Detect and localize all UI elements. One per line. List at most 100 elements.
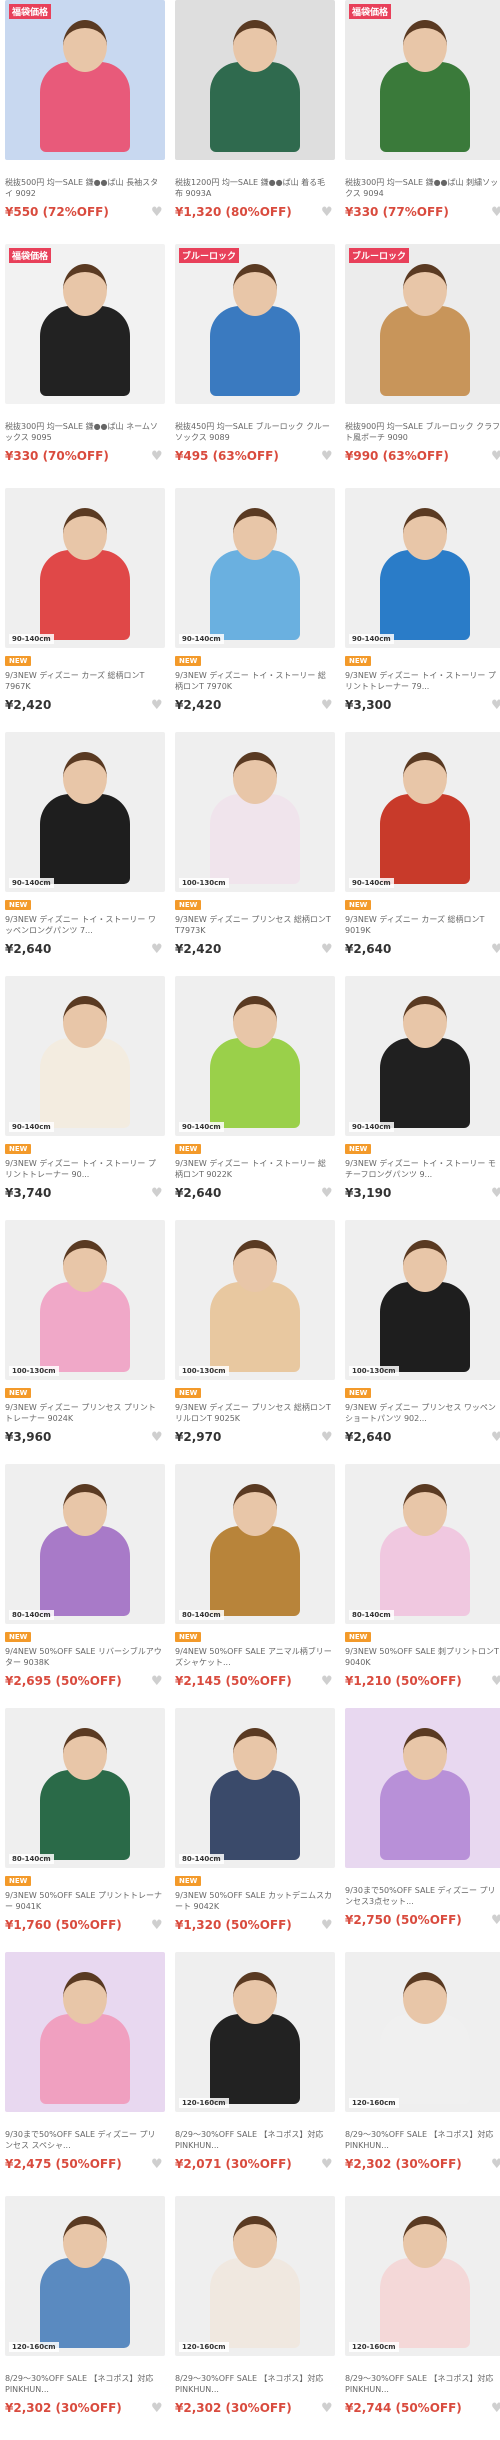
favorite-heart-icon[interactable]: ♥ bbox=[151, 943, 165, 956]
product-card[interactable]: 100-130cm NEW 9/3NEW ディズニー プリンセス ワッペンショートパ… bbox=[345, 1220, 500, 1464]
product-card[interactable]: 90-140cm NEW 9/3NEW ディズニー トイ・ストーリー プリントトレー… bbox=[345, 488, 500, 732]
product-image[interactable]: 90-140cm bbox=[175, 976, 335, 1136]
product-image[interactable]: 80-140cm bbox=[175, 1708, 335, 1868]
favorite-heart-icon[interactable]: ♥ bbox=[151, 1675, 165, 1688]
product-image[interactable]: 90-140cm bbox=[345, 976, 500, 1136]
product-card[interactable]: 120-160cm 8/29〜30%OFF SALE 【ネコポス】対応 PINKH… bbox=[345, 1952, 500, 2196]
product-title[interactable]: 9/3NEW ディズニー トイ・ストーリー 総柄ロンT 9022K bbox=[175, 1158, 335, 1180]
product-image[interactable]: 90-140cm bbox=[5, 976, 165, 1136]
product-card[interactable]: 90-140cm NEW 9/3NEW ディズニー トイ・ストーリー ワッペンロング… bbox=[5, 732, 165, 976]
product-image[interactable]: 120-160cm bbox=[345, 2196, 500, 2356]
favorite-heart-icon[interactable]: ♥ bbox=[151, 1187, 165, 1200]
product-card[interactable]: 80-140cm NEW 9/4NEW 50%OFF SALE リバーシブルアウター… bbox=[5, 1464, 165, 1708]
product-image[interactable]: 90-140cm bbox=[345, 488, 500, 648]
product-card[interactable]: 80-140cm NEW 9/3NEW 50%OFF SALE カットデニムスカート… bbox=[175, 1708, 335, 1952]
favorite-heart-icon[interactable]: ♥ bbox=[151, 206, 165, 219]
product-card[interactable]: 税抜1200円 均一SALE 鎌●●ぱ山 着る毛布 9093A ¥1,320 (8… bbox=[175, 0, 335, 244]
product-title[interactable]: 税抜1200円 均一SALE 鎌●●ぱ山 着る毛布 9093A bbox=[175, 177, 335, 199]
product-title[interactable]: 税抜300円 均一SALE 鎌●●ぱ山 ネームソックス 9095 bbox=[5, 421, 165, 443]
product-image[interactable]: 100-130cm bbox=[175, 732, 335, 892]
favorite-heart-icon[interactable]: ♥ bbox=[151, 450, 165, 463]
product-title[interactable]: 8/29〜30%OFF SALE 【ネコポス】対応 PINKHUN... bbox=[5, 2373, 165, 2395]
product-image[interactable]: 80-140cm bbox=[5, 1708, 165, 1868]
product-card[interactable]: 120-160cm 8/29〜30%OFF SALE 【ネコポス】対応 PINKH… bbox=[175, 1952, 335, 2196]
product-title[interactable]: 税抜900円 均一SALE ブルーロック クラフト風ポーチ 9090 bbox=[345, 421, 500, 443]
favorite-heart-icon[interactable]: ♥ bbox=[321, 699, 335, 712]
product-card[interactable]: 90-140cm NEW 9/3NEW ディズニー トイ・ストーリー モチーフロング… bbox=[345, 976, 500, 1220]
favorite-heart-icon[interactable]: ♥ bbox=[321, 450, 335, 463]
product-card[interactable]: 90-140cm NEW 9/3NEW ディズニー カーズ 総柄ロンT 9019K ¥… bbox=[345, 732, 500, 976]
product-card[interactable]: 100-130cm NEW 9/3NEW ディズニー プリンセス プリントトレーナー… bbox=[5, 1220, 165, 1464]
product-image[interactable]: 80-140cm bbox=[175, 1464, 335, 1624]
product-title[interactable]: 8/29〜30%OFF SALE 【ネコポス】対応 PINKHUN... bbox=[175, 2129, 335, 2151]
product-title[interactable]: 9/3NEW ディズニー プリンセス 総柄ロンT リルロンT 9025K bbox=[175, 1402, 335, 1424]
favorite-heart-icon[interactable]: ♥ bbox=[491, 2158, 500, 2171]
favorite-heart-icon[interactable]: ♥ bbox=[491, 1675, 500, 1688]
favorite-heart-icon[interactable]: ♥ bbox=[151, 1431, 165, 1444]
product-title[interactable]: 9/3NEW ディズニー トイ・ストーリー プリントトレーナー 90... bbox=[5, 1158, 165, 1180]
product-card[interactable]: 120-160cm 8/29〜30%OFF SALE 【ネコポス】対応 PINKH… bbox=[345, 2196, 500, 2440]
product-image[interactable]: ブルーロック bbox=[345, 244, 500, 404]
product-title[interactable]: 税抜300円 均一SALE 鎌●●ぱ山 刺繍ソックス 9094 bbox=[345, 177, 500, 199]
product-card[interactable]: 90-140cm NEW 9/3NEW ディズニー トイ・ストーリー 総柄ロンT 7… bbox=[175, 488, 335, 732]
product-title[interactable]: 税抜500円 均一SALE 鎌●●ぱ山 長袖スタイ 9092 bbox=[5, 177, 165, 199]
favorite-heart-icon[interactable]: ♥ bbox=[491, 1431, 500, 1444]
product-image[interactable]: 90-140cm bbox=[175, 488, 335, 648]
product-image[interactable]: 90-140cm bbox=[5, 732, 165, 892]
product-card[interactable]: 福袋価格 税抜300円 均一SALE 鎌●●ぱ山 刺繍ソックス 9094 ¥330 … bbox=[345, 0, 500, 244]
favorite-heart-icon[interactable]: ♥ bbox=[321, 2158, 335, 2171]
product-card[interactable]: 90-140cm NEW 9/3NEW ディズニー カーズ 総柄ロンT 7967K ¥… bbox=[5, 488, 165, 732]
product-card[interactable]: 120-160cm 8/29〜30%OFF SALE 【ネコポス】対応 PINKH… bbox=[5, 2196, 165, 2440]
product-title[interactable]: 9/3NEW ディズニー カーズ 総柄ロンT 9019K bbox=[345, 914, 500, 936]
product-title[interactable]: 9/4NEW 50%OFF SALE アニマル柄ブリーズシャケット... bbox=[175, 1646, 335, 1668]
product-card[interactable]: 9/30まで50%OFF SALE ディズニー プリンセス3点セット... ¥2,… bbox=[345, 1708, 500, 1952]
product-card[interactable]: ブルーロック税抜900円 均一SALE ブルーロック クラフト風ポーチ 9090… bbox=[345, 244, 500, 488]
favorite-heart-icon[interactable]: ♥ bbox=[491, 206, 500, 219]
favorite-heart-icon[interactable]: ♥ bbox=[491, 1187, 500, 1200]
favorite-heart-icon[interactable]: ♥ bbox=[151, 699, 165, 712]
product-image[interactable]: 福袋価格 bbox=[5, 244, 165, 404]
product-image[interactable]: 90-140cm bbox=[5, 488, 165, 648]
favorite-heart-icon[interactable]: ♥ bbox=[321, 206, 335, 219]
favorite-heart-icon[interactable]: ♥ bbox=[321, 2402, 335, 2415]
product-card[interactable]: 90-140cm NEW 9/3NEW ディズニー トイ・ストーリー プリントトレー… bbox=[5, 976, 165, 1220]
product-card[interactable]: 90-140cm NEW 9/3NEW ディズニー トイ・ストーリー 総柄ロンT 9… bbox=[175, 976, 335, 1220]
product-card[interactable]: 福袋価格 税抜500円 均一SALE 鎌●●ぱ山 長袖スタイ 9092 ¥550 (… bbox=[5, 0, 165, 244]
product-title[interactable]: 9/3NEW ディズニー トイ・ストーリー ワッペンロングパンツ 7... bbox=[5, 914, 165, 936]
product-card[interactable]: 80-140cm NEW 9/3NEW 50%OFF SALE プリントトレーナー … bbox=[5, 1708, 165, 1952]
favorite-heart-icon[interactable]: ♥ bbox=[321, 1919, 335, 1932]
product-card[interactable]: ブルーロック 税抜450円 均一SALE ブルーロック クルーソックス 9089 ¥… bbox=[175, 244, 335, 488]
product-title[interactable]: 9/30まで50%OFF SALE ディズニー プリンセス3点セット... bbox=[345, 1885, 500, 1907]
product-title[interactable]: 9/3NEW ディズニー プリンセス プリントトレーナー 9024K bbox=[5, 1402, 165, 1424]
product-title[interactable]: 税抜450円 均一SALE ブルーロック クルーソックス 9089 bbox=[175, 421, 335, 443]
product-card[interactable]: 80-140cm NEW 9/3NEW 50%OFF SALE 刺プリントロンT 9… bbox=[345, 1464, 500, 1708]
favorite-heart-icon[interactable]: ♥ bbox=[151, 2402, 165, 2415]
product-title[interactable]: 8/29〜30%OFF SALE 【ネコポス】対応 PINKHUN... bbox=[345, 2129, 500, 2151]
favorite-heart-icon[interactable]: ♥ bbox=[321, 1431, 335, 1444]
product-title[interactable]: 9/3NEW ディズニー トイ・ストーリー プリントトレーナー 79... bbox=[345, 670, 500, 692]
product-title[interactable]: 9/3NEW ディズニー プリンセス ワッペンショートパンツ 902... bbox=[345, 1402, 500, 1424]
favorite-heart-icon[interactable]: ♥ bbox=[491, 2402, 500, 2415]
favorite-heart-icon[interactable]: ♥ bbox=[491, 1914, 500, 1927]
product-image[interactable] bbox=[345, 1708, 500, 1868]
product-card[interactable]: 福袋価格 税抜300円 均一SALE 鎌●●ぱ山 ネームソックス 9095 ¥330… bbox=[5, 244, 165, 488]
product-image[interactable]: 100-130cm bbox=[5, 1220, 165, 1380]
product-image[interactable]: 80-140cm bbox=[345, 1464, 500, 1624]
favorite-heart-icon[interactable]: ♥ bbox=[151, 1919, 165, 1932]
product-title[interactable]: 8/29〜30%OFF SALE 【ネコポス】対応 PINKHUN... bbox=[345, 2373, 500, 2395]
favorite-heart-icon[interactable]: ♥ bbox=[321, 1187, 335, 1200]
product-card[interactable]: 9/30まで50%OFF SALE ディズニー プリンセス スペシャ... ¥2,… bbox=[5, 1952, 165, 2196]
product-card[interactable]: 120-160cm 8/29〜30%OFF SALE 【ネコポス】対応 PINKH… bbox=[175, 2196, 335, 2440]
favorite-heart-icon[interactable]: ♥ bbox=[491, 699, 500, 712]
product-title[interactable]: 8/29〜30%OFF SALE 【ネコポス】対応 PINKHUN... bbox=[175, 2373, 335, 2395]
product-image[interactable] bbox=[175, 0, 335, 160]
product-image[interactable] bbox=[5, 1952, 165, 2112]
product-card[interactable]: 100-130cm NEW 9/3NEW ディズニー プリンセス 総柄ロンT リルロ… bbox=[175, 1220, 335, 1464]
product-title[interactable]: 9/30まで50%OFF SALE ディズニー プリンセス スペシャ... bbox=[5, 2129, 165, 2151]
product-image[interactable]: 120-160cm bbox=[345, 1952, 500, 2112]
product-image[interactable]: 120-160cm bbox=[175, 2196, 335, 2356]
product-image[interactable]: 90-140cm bbox=[345, 732, 500, 892]
product-image[interactable]: 100-130cm bbox=[345, 1220, 500, 1380]
product-title[interactable]: 9/4NEW 50%OFF SALE リバーシブルアウター 9038K bbox=[5, 1646, 165, 1668]
product-title[interactable]: 9/3NEW ディズニー トイ・ストーリー 総柄ロンT 7970K bbox=[175, 670, 335, 692]
